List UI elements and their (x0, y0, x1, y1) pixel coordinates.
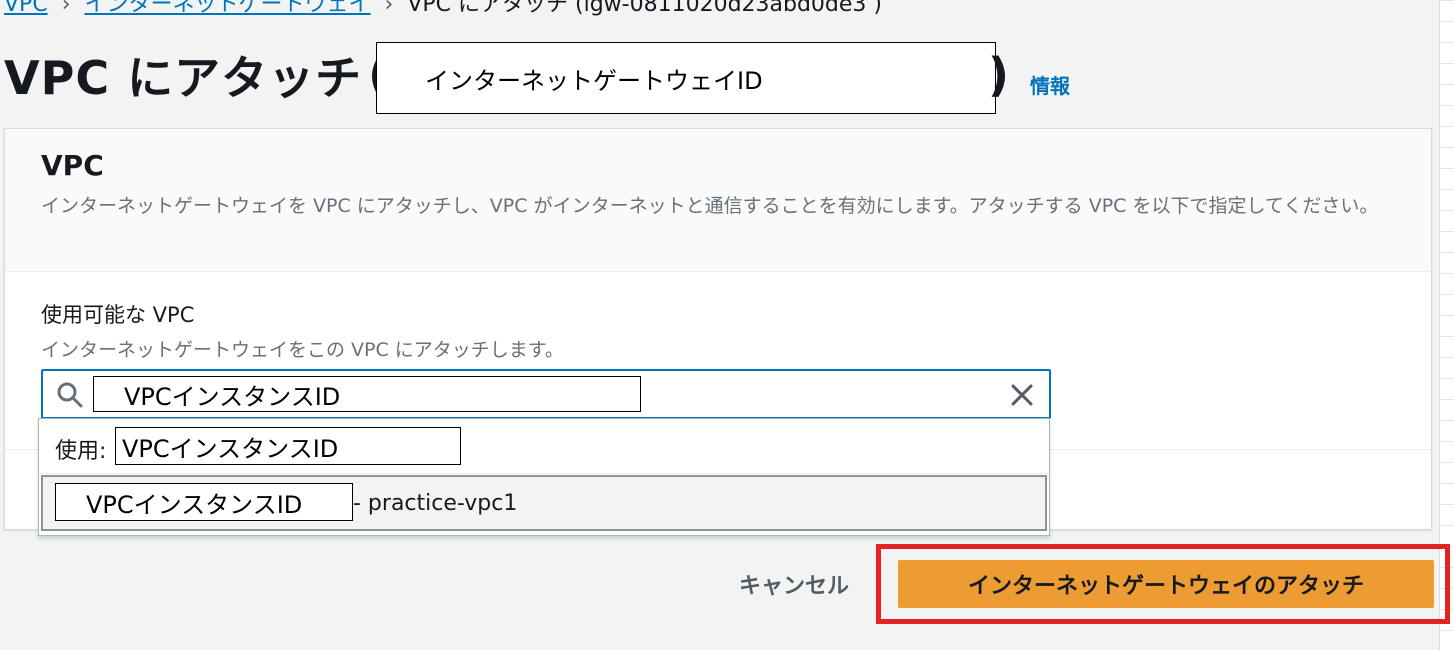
redacted-current-vpc-id-label: VPCインスタンスID (122, 434, 339, 463)
option-vpc-name: - practice-vpc1 (353, 491, 518, 516)
redacted-gateway-id: インターネットゲートウェイID (376, 42, 996, 114)
title-close-paren: ) (988, 48, 1010, 102)
available-vpc-label: 使用可能な VPC (41, 303, 195, 327)
page-title: VPC にアタッチ (4, 51, 363, 105)
dropdown-option-practice-vpc1[interactable]: VPCインスタンスID - practice-vpc1 (41, 475, 1047, 531)
breadcrumb-separator: › (61, 0, 71, 17)
info-link[interactable]: 情報 (1030, 70, 1070, 99)
breadcrumb-vpc[interactable]: VPC (4, 0, 48, 17)
breadcrumb: VPC › インターネットゲートウェイ › VPC にアタッチ (igw-0811020… (4, 0, 883, 17)
panel-description: インターネットゲートウェイを VPC にアタッチし、VPC がインターネットと通… (41, 195, 1379, 217)
panel-header: VPC インターネットゲートウェイを VPC にアタッチし、VPC がインターネ… (5, 129, 1431, 272)
vpc-dropdown-list: 使用: VPCインスタンスID VPCインスタンスID - practice-v… (38, 418, 1050, 536)
redacted-option-vpc-id-label: VPCインスタンスID (86, 490, 303, 519)
redacted-current-vpc-id: VPCインスタンスID (115, 427, 461, 465)
redacted-gateway-id-label: インターネットゲートウェイID (425, 66, 763, 95)
cancel-button[interactable]: キャンセル (722, 562, 866, 606)
available-vpc-description: インターネットゲートウェイをこの VPC にアタッチします。 (41, 339, 564, 361)
redacted-option-vpc-id: VPCインスタンスID (55, 483, 353, 521)
panel-title: VPC (41, 149, 104, 182)
redacted-vpc-id: VPCインスタンスID (93, 376, 641, 412)
close-icon[interactable] (1007, 380, 1037, 410)
dropdown-current-selection: 使用: VPCインスタンスID (39, 419, 1049, 474)
breadcrumb-current: VPC にアタッチ (igw-0811020d23abd0de3 ) (407, 0, 883, 17)
vpc-search-input[interactable]: VPCインスタンスID (41, 369, 1051, 419)
search-icon (57, 382, 83, 408)
current-selection-label: 使用: (55, 439, 107, 464)
breadcrumb-separator: › (384, 0, 394, 17)
breadcrumb-internet-gateways[interactable]: インターネットゲートウェイ (85, 0, 371, 17)
redacted-vpc-id-label: VPCインスタンスID (124, 382, 341, 411)
attach-internet-gateway-button[interactable]: インターネットゲートウェイのアタッチ (898, 560, 1434, 608)
